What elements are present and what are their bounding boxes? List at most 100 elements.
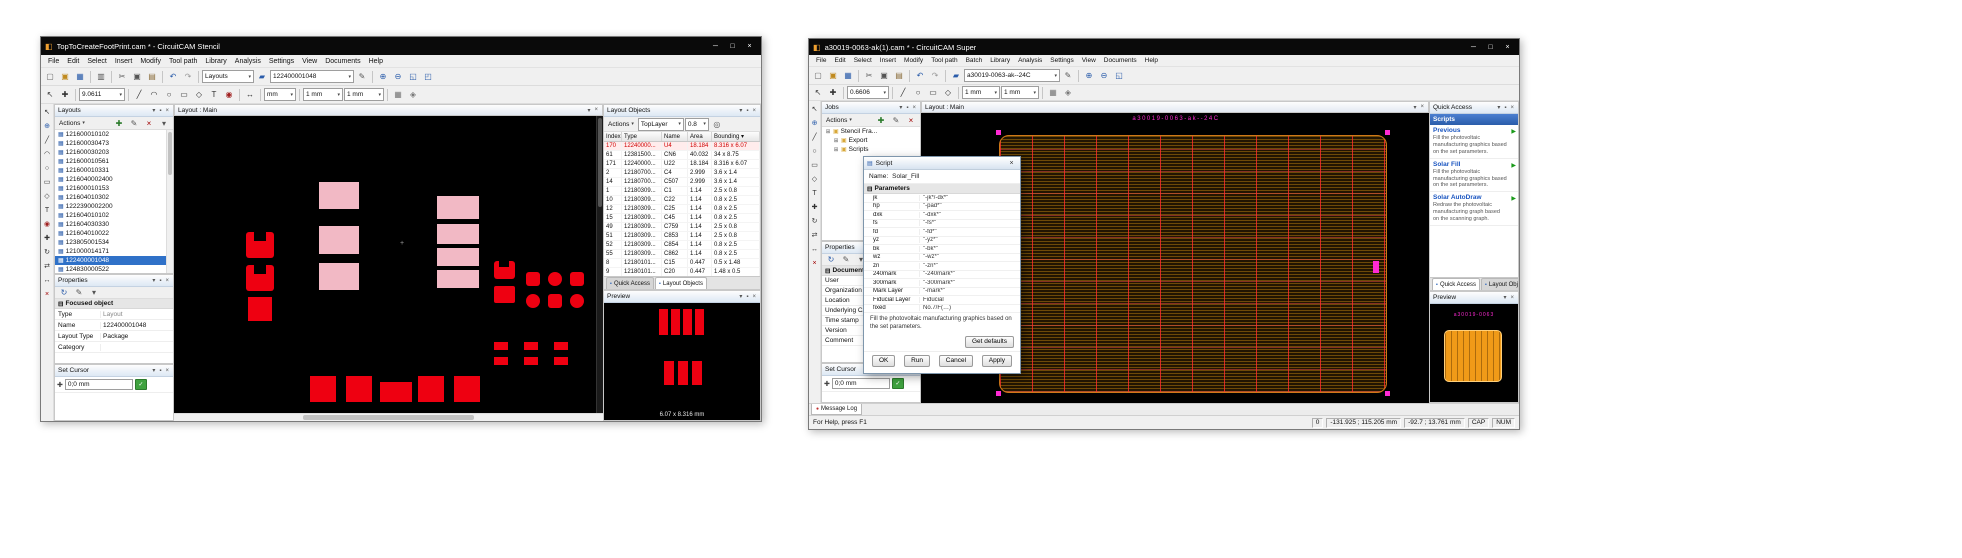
close-icon[interactable]: × [1509, 105, 1515, 111]
tree-item-121000014171[interactable]: ▦121000014171 [55, 247, 173, 256]
tree-item-121604010102[interactable]: ▦121604010102 [55, 211, 173, 220]
property-row-layout-type[interactable]: Layout TypePackage [55, 331, 173, 342]
layout-canvas[interactable]: + [174, 116, 603, 413]
parameter-row-jk[interactable]: jk"-jk*/-dx*" [864, 194, 1020, 203]
menu-view[interactable]: View [298, 58, 321, 65]
expand-icon[interactable]: ⊞ [833, 138, 839, 144]
menu-settings[interactable]: Settings [1046, 57, 1078, 64]
chevron-down-icon[interactable]: ▾ [1496, 104, 1501, 111]
menu-insert[interactable]: Insert [876, 57, 900, 64]
parameter-row-fd[interactable]: fd"-fd*" [864, 228, 1020, 237]
rect-tool-icon[interactable]: ▭ [809, 159, 821, 171]
parameter-value[interactable]: "-bk*" [920, 246, 1020, 252]
line-tool-icon[interactable]: ╱ [809, 131, 821, 143]
get-defaults-button[interactable]: Get defaults [965, 336, 1014, 348]
pointer-icon[interactable]: ↖ [43, 88, 57, 101]
table-row[interactable]: 5112180309...C8531.142.5 x 0.8 [604, 232, 760, 241]
draw-text-icon[interactable]: T [207, 88, 221, 101]
menu-help[interactable]: Help [1141, 57, 1162, 64]
table-row[interactable]: 812180101...C150.4470.5 x 1.48 [604, 259, 760, 268]
snap-toggle-icon[interactable]: ◈ [1061, 86, 1075, 99]
measure-tool-icon[interactable]: ↔ [41, 274, 53, 286]
table-row[interactable]: 1412180700...C5072.9993.6 x 1.4 [604, 178, 760, 187]
zoom-value-combo[interactable]: 9.0611▾ [79, 88, 125, 101]
copy-icon[interactable]: ▣ [877, 69, 891, 82]
property-row-type[interactable]: TypeLayout [55, 309, 173, 320]
minimize-button[interactable]: ─ [1466, 41, 1481, 53]
parameter-row-hp[interactable]: hp"-pad*" [864, 203, 1020, 212]
run-button[interactable]: Run [904, 355, 930, 367]
grid-toggle-icon[interactable]: ▦ [1046, 86, 1060, 99]
add-job-icon[interactable]: ✚ [874, 114, 888, 127]
zoom-in-icon[interactable]: ⊕ [376, 70, 390, 83]
apply-button[interactable]: Apply [982, 355, 1012, 367]
canvas-vertical-scrollbar[interactable] [596, 116, 603, 413]
edit-property-icon[interactable]: ✎ [839, 253, 853, 266]
property-row-name[interactable]: Name122400001048 [55, 320, 173, 331]
refresh-icon[interactable]: ↻ [57, 286, 71, 299]
redo-icon[interactable]: ↷ [181, 70, 195, 83]
grid-toggle-icon[interactable]: ▦ [391, 88, 405, 101]
menu-library[interactable]: Library [201, 58, 230, 65]
cursor-position-input[interactable]: 0;0 mm [65, 379, 133, 390]
parameters-group[interactable]: ⊟ Parameters [864, 184, 1020, 194]
script-item-solar-fill[interactable]: Solar FillFill the photovoltaic manufact… [1430, 159, 1518, 193]
parameter-row-bk[interactable]: bk"-bk*" [864, 245, 1020, 254]
pin-icon[interactable]: ▪ [158, 108, 162, 114]
new-icon[interactable]: ▢ [811, 69, 825, 82]
layouts-combo[interactable]: Layouts▾ [202, 70, 254, 83]
draw-rect-icon[interactable]: ▭ [177, 88, 191, 101]
close-icon[interactable]: × [751, 294, 757, 300]
layer-filter-combo[interactable]: TopLayer▾ [638, 118, 684, 131]
chevron-down-icon[interactable]: ▾ [151, 367, 156, 374]
mirror-tool-icon[interactable]: ⇄ [809, 229, 821, 241]
pin-icon[interactable]: ▪ [158, 368, 162, 374]
zoom-value-combo[interactable]: 0.6606▾ [847, 86, 889, 99]
maximize-button[interactable]: □ [725, 40, 740, 52]
menu-analysis[interactable]: Analysis [1014, 57, 1046, 64]
draw-line-icon[interactable]: ╱ [132, 88, 146, 101]
layer-combo[interactable]: a30019-0063-ak--24C▾ [964, 69, 1060, 82]
paste-icon[interactable]: ▤ [892, 69, 906, 82]
cut-icon[interactable]: ✂ [862, 69, 876, 82]
rotate-tool-icon[interactable]: ↻ [809, 215, 821, 227]
copy-icon[interactable]: ▣ [130, 70, 144, 83]
tree-item-export[interactable]: ⊞▣Export [822, 136, 920, 145]
tree-item-121604030330[interactable]: ▦121604030330 [55, 220, 173, 229]
draw-circle-icon[interactable]: ○ [162, 88, 176, 101]
expand-icon[interactable]: ⊞ [825, 129, 831, 135]
redo-icon[interactable]: ↷ [928, 69, 942, 82]
menu-modify[interactable]: Modify [900, 57, 927, 64]
table-row[interactable]: 4912180309...C7591.142.5 x 0.8 [604, 223, 760, 232]
tree-item-scripts[interactable]: ⊞▣Scripts [822, 145, 920, 154]
parameter-value[interactable]: "-jk*/-dx*" [920, 195, 1020, 201]
focused-object-group[interactable]: ⊟ Focused object [55, 299, 173, 309]
measure-tool-icon[interactable]: ↔ [809, 243, 821, 255]
table-row[interactable]: 5512180309...C8621.140.8 x 2.5 [604, 250, 760, 259]
menu-analysis[interactable]: Analysis [231, 58, 265, 65]
parameter-value[interactable]: "-300mark*" [920, 280, 1020, 286]
refresh-icon[interactable]: ↻ [824, 253, 838, 266]
parameter-row-fixed[interactable]: fixedNo.7/F(…) [864, 305, 1020, 314]
tree-item-121604010022[interactable]: ▦121604010022 [55, 229, 173, 238]
undo-icon[interactable]: ↶ [166, 70, 180, 83]
table-row[interactable]: 17012240000...U418.1848.316 x 6.07 [604, 142, 760, 151]
zoom-in-icon[interactable]: ⊕ [1082, 69, 1096, 82]
pan-icon[interactable]: ✚ [826, 86, 840, 99]
tree-item-121600030473[interactable]: ▦121600030473 [55, 139, 173, 148]
menu-file[interactable]: File [812, 57, 830, 64]
cancel-button[interactable]: Cancel [939, 355, 973, 367]
parameter-row-yz[interactable]: yz"-yz*" [864, 237, 1020, 246]
chevron-down-icon[interactable]: ▾ [151, 107, 156, 114]
column-header-type[interactable]: Type [622, 132, 662, 141]
chevron-down-icon[interactable]: ▾ [586, 107, 591, 114]
menu-file[interactable]: File [44, 58, 63, 65]
draw-rect-icon[interactable]: ▭ [926, 86, 940, 99]
apply-cursor-button[interactable]: ✓ [135, 379, 147, 390]
tree-item-1222390002200[interactable]: ▦1222390002200 [55, 202, 173, 211]
script-item-title[interactable]: Solar Fill [1433, 161, 1515, 168]
actions-menu[interactable]: Actions▾ [824, 117, 854, 124]
close-button[interactable]: × [1500, 41, 1515, 53]
tree-item-1216040002400[interactable]: ▦1216040002400 [55, 175, 173, 184]
pin-icon[interactable]: ▪ [905, 105, 909, 111]
